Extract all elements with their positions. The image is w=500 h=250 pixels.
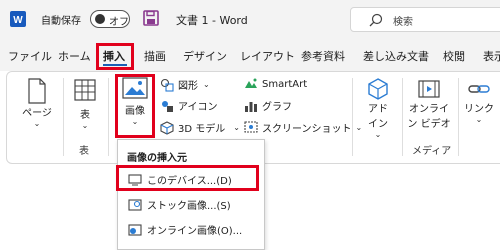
menu-item-stock-images[interactable]: ストック画像...(S) — [128, 197, 231, 212]
table-button[interactable]: 表 ⌄ — [68, 78, 102, 130]
stock-images-icon — [128, 198, 142, 211]
online-video-icon — [418, 80, 440, 98]
toggle-state: オフ — [109, 17, 129, 28]
table-group-label: 表 — [79, 146, 89, 157]
addins-label-line2: イン — [368, 119, 388, 130]
media-group-label: メディア — [412, 146, 452, 157]
menu-item-online-images[interactable]: オンライン画像(O)... — [128, 222, 242, 237]
link-button[interactable]: リンク ⌄ — [462, 78, 496, 124]
online-video-label-line2: ン ビデオ — [407, 119, 451, 130]
tab-home[interactable]: ホーム — [58, 48, 91, 64]
3d-model-icon — [160, 120, 174, 135]
smartart-button[interactable]: SmartArt — [244, 77, 307, 91]
this-device-highlight — [116, 165, 259, 191]
menu-item-label: ストック画像...(S) — [147, 201, 231, 212]
separator — [458, 78, 459, 156]
tab-file[interactable]: ファイル — [8, 48, 52, 64]
tab-mailings[interactable]: 差し込み文書 — [363, 48, 429, 64]
shapes-icon — [160, 78, 174, 92]
screenshot-label: スクリーンショット — [262, 124, 352, 135]
search-box[interactable]: 検索 — [350, 7, 500, 32]
dropdown-header: 画像の挿入元 — [127, 153, 187, 164]
word-logo-icon: W — [10, 11, 26, 27]
svg-text:W: W — [13, 15, 23, 26]
tab-references[interactable]: 参考資料 — [301, 48, 345, 64]
tab-design[interactable]: デザイン — [183, 48, 227, 64]
document-title: 文書 1 - Word — [176, 14, 248, 27]
3d-models-chevron: ⌄ — [233, 123, 240, 132]
table-icon — [74, 79, 96, 101]
addins-label-line1: アド — [368, 104, 388, 115]
smartart-icon — [245, 78, 257, 88]
chart-label: グラフ — [262, 102, 292, 113]
shapes-button[interactable]: 図形 ⌄ — [160, 77, 210, 92]
search-placeholder: 検索 — [393, 17, 413, 28]
smartart-label: SmartArt — [262, 78, 308, 90]
table-label: 表 — [80, 110, 90, 121]
online-images-icon — [128, 223, 142, 236]
page-icon — [28, 78, 46, 104]
search-icon — [369, 13, 383, 27]
title-bar: W 自動保存 オフ 文書 1 - Word 検索 — [0, 0, 500, 38]
screenshot-button[interactable]: スクリーンショット ⌄ — [244, 120, 362, 135]
separator — [63, 78, 64, 156]
online-video-button[interactable]: オンライ ン ビデオ — [405, 78, 453, 130]
icons-icon — [162, 100, 173, 112]
ribbon-tabs: ファイル ホーム 挿入 描画 デザイン レイアウト 参考資料 差し込み文書 校閲… — [0, 38, 500, 71]
3d-models-label: 3D モデル — [178, 124, 226, 135]
tab-review[interactable]: 校閲 — [443, 48, 465, 64]
toggle-knob — [95, 14, 105, 24]
tab-layout[interactable]: レイアウト — [240, 48, 295, 64]
page-button[interactable]: ページ ⌄ — [16, 78, 58, 128]
link-label: リンク — [464, 104, 494, 115]
image-button-highlight — [115, 74, 155, 138]
3d-models-button[interactable]: 3D モデル ⌄ — [160, 120, 240, 135]
link-icon — [468, 85, 490, 93]
page-label: ページ — [22, 108, 52, 119]
shapes-label: 図形 — [178, 81, 198, 92]
chart-button[interactable]: グラフ — [244, 98, 292, 113]
addins-chevron: ⌄ — [374, 130, 382, 139]
addins-icon — [368, 78, 388, 100]
separator — [108, 78, 109, 156]
addins-button[interactable]: アド イン ⌄ — [360, 78, 396, 139]
save-icon[interactable] — [143, 10, 159, 26]
page-chevron: ⌄ — [33, 119, 41, 128]
icons-label: アイコン — [178, 102, 218, 113]
autosave-label: 自動保存 — [41, 16, 81, 27]
shapes-chevron: ⌄ — [203, 80, 210, 89]
screenshot-icon — [244, 120, 258, 133]
chart-icon — [245, 101, 257, 112]
separator — [402, 78, 403, 156]
menu-item-label: オンライン画像(O)... — [147, 226, 243, 237]
icons-button[interactable]: アイコン — [160, 98, 218, 113]
tab-draw[interactable]: 描画 — [144, 48, 166, 64]
link-chevron: ⌄ — [475, 115, 483, 124]
tab-view[interactable]: 表示 — [483, 48, 500, 64]
insert-tab-highlight — [96, 43, 134, 70]
table-chevron: ⌄ — [81, 121, 89, 130]
separator — [352, 78, 353, 156]
autosave-toggle[interactable]: オフ — [90, 10, 130, 28]
online-video-label-line1: オンライ — [409, 104, 449, 115]
